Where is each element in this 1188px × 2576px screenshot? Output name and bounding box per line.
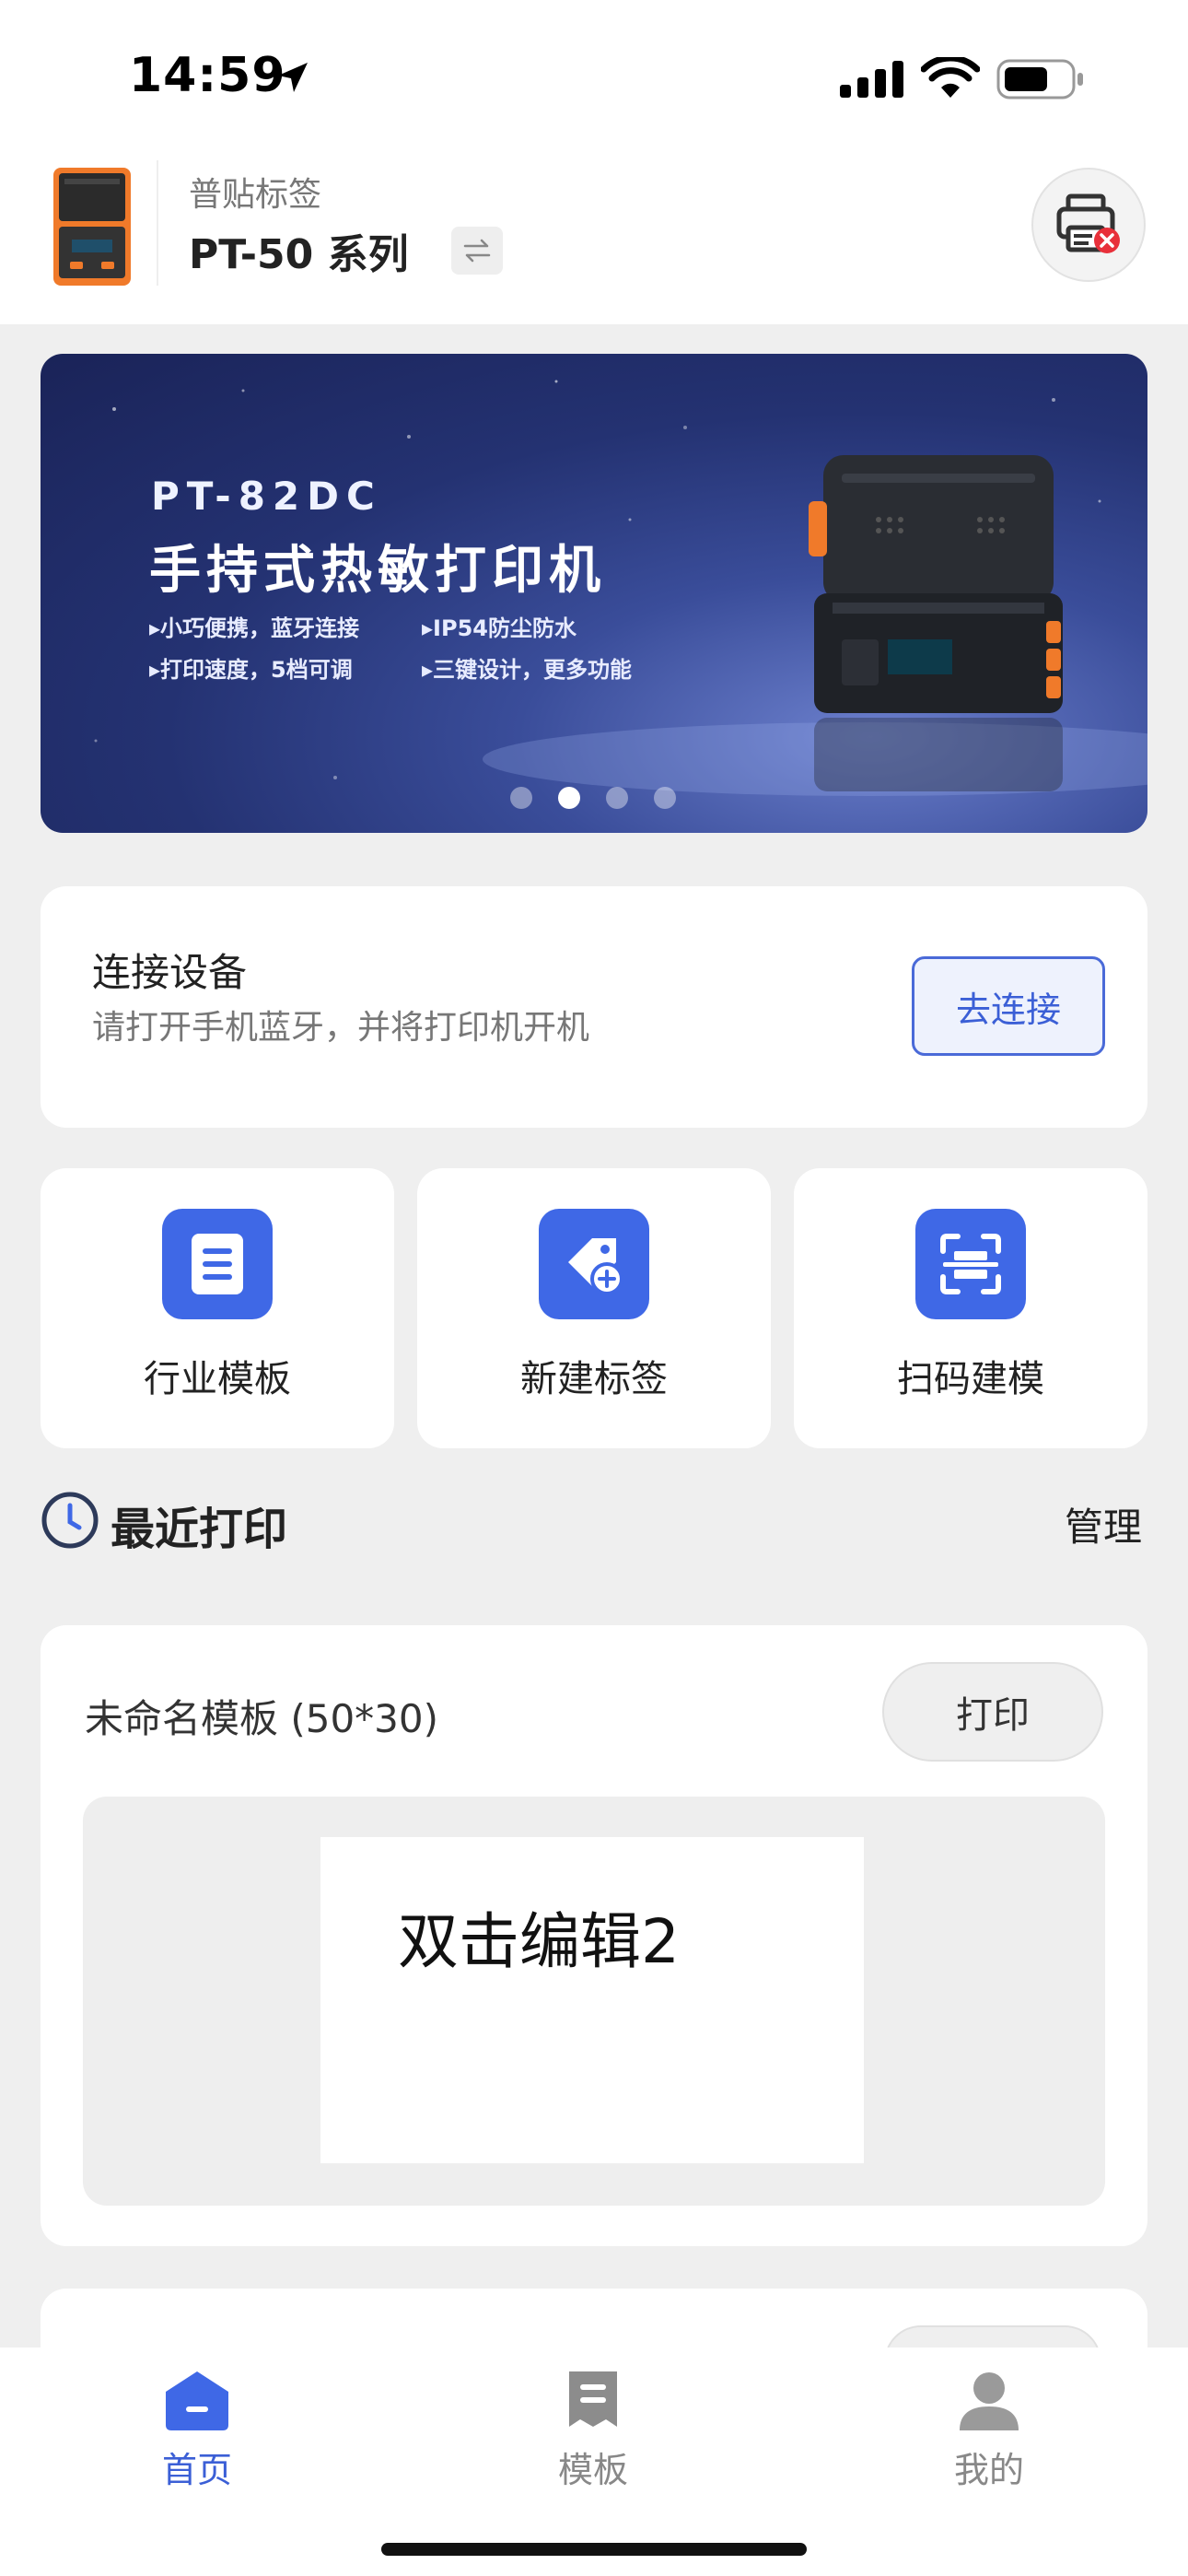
label-preview-text: 双击编辑2: [398, 1906, 680, 1977]
header-divider: [157, 160, 158, 286]
print-button[interactable]: 打印: [882, 1662, 1103, 1762]
template-name: 未命名模板 (50*30): [85, 1696, 439, 1741]
connect-device-card: 连接设备 请打开手机蓝牙，并将打印机开机 去连接: [41, 886, 1147, 1128]
banner-feature: ▸三键设计，更多功能: [422, 657, 633, 683]
label-canvas[interactable]: 双击编辑2: [320, 1837, 864, 2163]
connect-button[interactable]: 去连接: [912, 956, 1105, 1056]
battery-icon: [996, 59, 1083, 100]
device-header: 普贴标签 PT-50 系列: [0, 157, 1188, 324]
manage-button[interactable]: 管理: [1065, 1496, 1142, 1552]
connect-title: 连接设备: [92, 950, 248, 995]
wifi-icon: [921, 57, 980, 98]
template-icon: [569, 2371, 617, 2427]
profile-icon: [960, 2372, 1019, 2430]
tab-label: 模板: [557, 2450, 628, 2490]
bottom-tab-bar: 首页 模板 我的: [0, 2348, 1188, 2576]
label-preview-area[interactable]: 双击编辑2: [83, 1797, 1105, 2206]
printer-product-image: [809, 455, 1063, 791]
quick-action-new-label[interactable]: 新建标签: [417, 1168, 771, 1448]
banner-feature: ▸IP54防尘防水: [422, 615, 577, 641]
home-indicator: [381, 2543, 807, 2556]
document-list-icon: [162, 1209, 273, 1319]
quick-action-industry-templates[interactable]: 行业模板: [41, 1168, 394, 1448]
device-model[interactable]: PT-50 系列: [189, 221, 409, 280]
recent-prints-title: 最近打印: [111, 1504, 288, 1555]
pagination-dot[interactable]: [510, 787, 532, 809]
banner-subtitle: 手持式热敏打印机: [149, 541, 606, 601]
pagination-dot[interactable]: [606, 787, 628, 809]
printer-status-button[interactable]: [1031, 168, 1146, 282]
banner-feature: ▸打印速度，5档可调: [149, 657, 353, 683]
printer-disconnected-icon: [1056, 193, 1120, 253]
tab-profile[interactable]: 我的: [897, 2362, 1081, 2491]
cellular-signal-icon: [840, 61, 903, 98]
clock-icon: [41, 1492, 99, 1549]
home-icon: [166, 2371, 228, 2430]
tab-home[interactable]: 首页: [105, 2362, 289, 2491]
quick-action-label: 行业模板: [144, 1358, 291, 1400]
location-arrow-icon: [278, 63, 308, 92]
status-time: 14:59: [129, 48, 286, 103]
swap-icon: [463, 239, 491, 263]
promo-banner[interactable]: PT-82DC 手持式热敏打印机 ▸小巧便携，蓝牙连接 ▸IP54防尘防水 ▸打…: [41, 354, 1147, 833]
tab-label: 我的: [953, 2450, 1024, 2490]
pagination-dot-active[interactable]: [558, 787, 580, 809]
connect-description: 请打开手机蓝牙，并将打印机开机: [92, 1009, 590, 1047]
tab-templates[interactable]: 模板: [501, 2362, 685, 2491]
quick-action-label: 扫码建模: [897, 1358, 1044, 1400]
tab-label: 首页: [161, 2450, 232, 2490]
status-bar: 14:59: [0, 0, 1188, 157]
tag-add-icon: [539, 1209, 649, 1319]
recent-print-card[interactable]: 未命名模板 (50*30) 打印 双击编辑2: [41, 1625, 1147, 2246]
banner-pagination: [510, 787, 676, 809]
banner-title: PT-82DC: [151, 474, 382, 519]
quick-action-scan-model[interactable]: 扫码建模: [794, 1168, 1147, 1448]
quick-action-label: 新建标签: [520, 1358, 668, 1400]
banner-feature: ▸小巧便携，蓝牙连接: [149, 615, 360, 641]
banner-features: ▸小巧便携，蓝牙连接 ▸IP54防尘防水 ▸打印速度，5档可调 ▸三键设计，更多…: [149, 610, 702, 684]
printer-device-thumbnail[interactable]: [52, 166, 133, 287]
scan-icon: [915, 1209, 1026, 1319]
pagination-dot[interactable]: [654, 787, 676, 809]
brand-name: 普贴标签: [189, 176, 322, 214]
switch-device-button[interactable]: [451, 227, 503, 275]
